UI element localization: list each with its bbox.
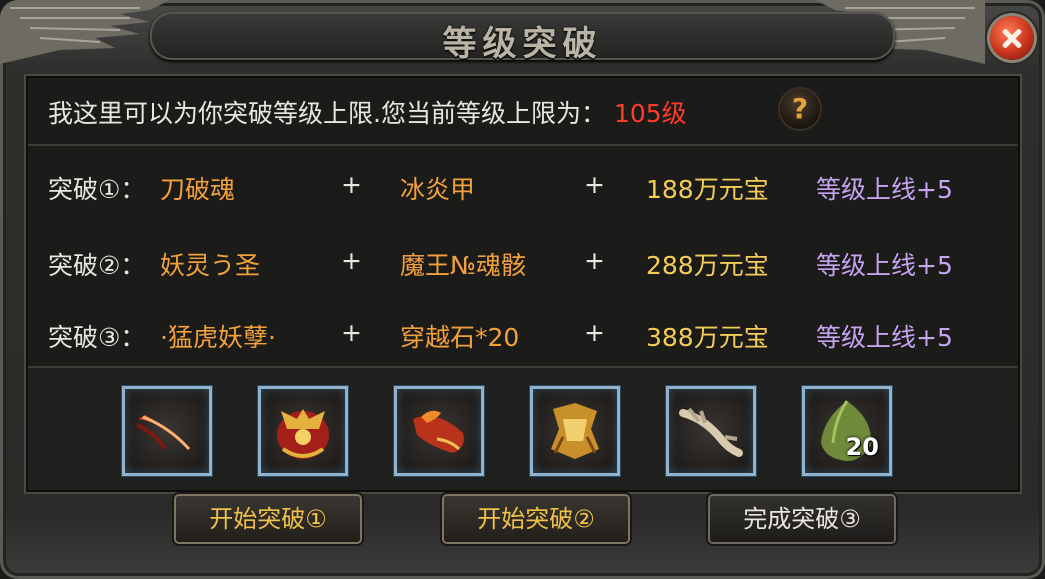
item-slot[interactable]: 20 <box>802 386 892 476</box>
item-slot[interactable] <box>122 386 212 476</box>
help-icon[interactable]: ? <box>780 89 820 129</box>
complete-breakthrough-3-button[interactable]: 完成突破③ <box>710 496 894 542</box>
left-wing-ornament <box>0 0 170 64</box>
recipe-row: 突破③： ·猛虎妖孽· + 穿越石*20 + 388万元宝 等级上线+5 <box>28 300 1018 370</box>
material-2: 冰炎甲 <box>400 175 476 204</box>
plus-sign: + <box>584 318 605 347</box>
cost: 388万元宝 <box>646 323 769 352</box>
close-icon[interactable] <box>990 16 1034 60</box>
recipe-label: 突破②： <box>48 251 146 280</box>
recipe-label: 突破③： <box>48 323 146 352</box>
button-bar: 开始突破① 开始突破② 完成突破③ <box>28 492 1018 550</box>
cost: 188万元宝 <box>646 175 769 204</box>
plus-sign: + <box>584 170 605 199</box>
start-breakthrough-1-button[interactable]: 开始突破① <box>176 496 360 542</box>
material-2: 魔王№魂骸 <box>400 251 527 280</box>
plus-sign: + <box>584 246 605 275</box>
bonus: 等级上线+5 <box>816 251 953 280</box>
red-blade-icon <box>136 415 191 451</box>
recipe-label: 突破①： <box>48 175 146 204</box>
red-gold-armor-icon <box>277 409 329 459</box>
cost: 288万元宝 <box>646 251 769 280</box>
item-slot[interactable] <box>530 386 620 476</box>
recipe-row: 突破②： 妖灵う圣 + 魔王№魂骸 + 288万元宝 等级上线+5 <box>28 228 1018 298</box>
material-2: 穿越石*20 <box>400 323 520 352</box>
info-row: 我这里可以为你突破等级上限.您当前等级上限为： 105级 ? <box>28 78 1018 146</box>
bone-claw-icon <box>679 407 743 457</box>
bonus: 等级上线+5 <box>816 175 953 204</box>
window-title: 等级突破 <box>442 24 603 64</box>
content-area: 我这里可以为你突破等级上限.您当前等级上限为： 105级 ? 突破①： 刀破魂 +… <box>28 78 1018 490</box>
flame-bracer-icon <box>413 410 464 453</box>
breakthrough-window: 等级突破 我这里可以为你突破等级上限.您当前等级上限为： 105级 ? 突破①： … <box>0 0 1045 579</box>
item-slot[interactable] <box>394 386 484 476</box>
golden-relic-icon <box>551 403 599 459</box>
title-bar: 等级突破 <box>150 12 895 64</box>
plus-sign: + <box>341 246 362 275</box>
item-slots: 20 <box>28 368 1018 490</box>
material-1: 刀破魂 <box>160 175 236 204</box>
bonus: 等级上线+5 <box>816 323 953 352</box>
item-slot[interactable] <box>666 386 756 476</box>
material-1: 妖灵う圣 <box>160 251 261 280</box>
material-1: ·猛虎妖孽· <box>160 323 276 352</box>
info-message: 我这里可以为你突破等级上限.您当前等级上限为： <box>48 99 606 128</box>
recipe-list: 突破①： 刀破魂 + 冰炎甲 + 188万元宝 等级上线+5 突破②： 妖灵う圣… <box>28 146 1018 368</box>
plus-sign: + <box>341 318 362 347</box>
info-text: 我这里可以为你突破等级上限.您当前等级上限为： 105级 <box>48 94 687 130</box>
plus-sign: + <box>341 170 362 199</box>
recipe-row: 突破①： 刀破魂 + 冰炎甲 + 188万元宝 等级上线+5 <box>28 152 1018 222</box>
item-count: 20 <box>845 433 879 461</box>
item-slot[interactable] <box>258 386 348 476</box>
start-breakthrough-2-button[interactable]: 开始突破② <box>444 496 628 542</box>
current-level-cap: 105级 <box>613 99 687 128</box>
